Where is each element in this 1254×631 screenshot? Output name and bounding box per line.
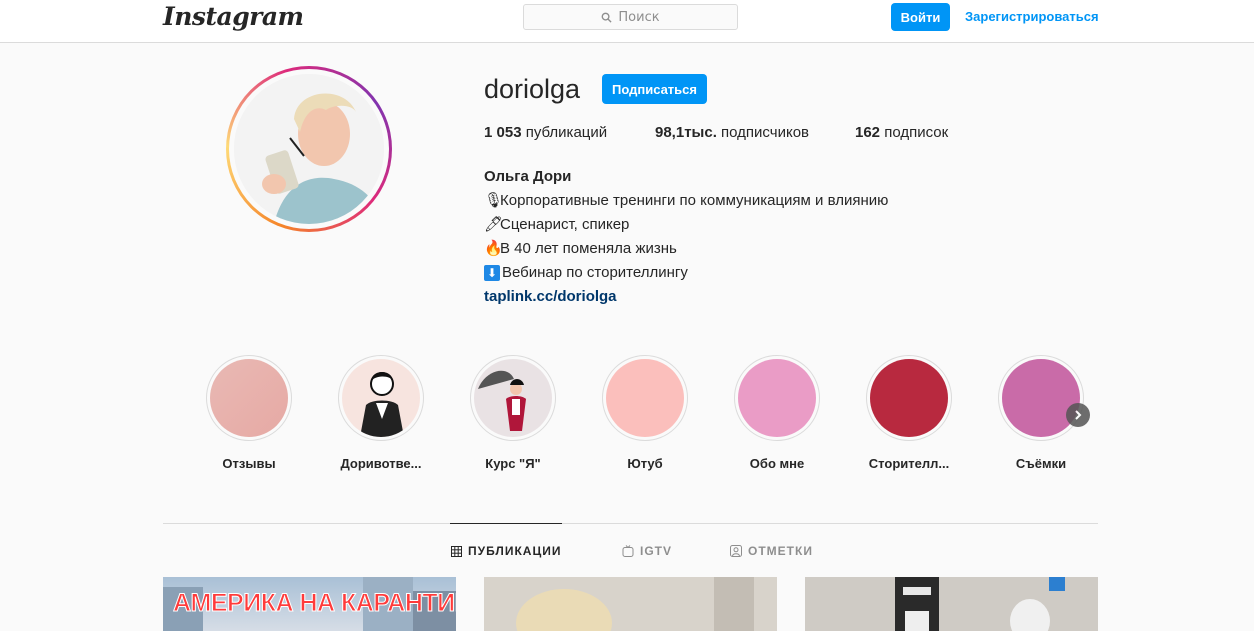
following-count: 162 [855,124,881,141]
highlight-cover [738,359,816,437]
chevron-right-icon [1075,410,1082,420]
highlight-cover [342,359,420,437]
tab-igtv[interactable]: IGTV [622,544,672,558]
followers-label: подписчиков [721,124,810,141]
posts-count-stat: 1 053 публикаций [484,124,607,141]
highlight-label: Отзывы [222,456,276,471]
grid-icon [451,545,462,557]
tagged-icon [730,545,742,557]
avatar-illustration [234,74,384,224]
profile-full-name: Ольга Дори [484,168,572,185]
highlight-cover [870,359,948,437]
bio-line: 🔥В 40 лет поменяла жизнь [484,237,888,261]
top-navigation-bar: Instagram Поиск Войти Зарегистрироваться [0,0,1254,43]
search-placeholder: Поиск [618,9,660,25]
followers-stat[interactable]: 98,1тыс. подписчиков [655,124,809,141]
followers-count: 98,1тыс. [655,124,717,141]
register-link[interactable]: Зарегистрироваться [965,9,1099,24]
highlight-item[interactable]: Обо мне [722,355,832,471]
tab-label: IGTV [640,544,673,558]
fire-icon: 🔥 [484,240,503,257]
highlight-item[interactable]: Курс "Я" [458,355,568,471]
avatar-photo [234,74,384,224]
tab-tagged[interactable]: ОТМЕТКИ [730,544,813,558]
post-thumbnail[interactable] [805,577,1098,631]
post-thumbnail[interactable] [484,577,777,631]
tab-label: ОТМЕТКИ [748,544,813,558]
arrow-down-icon: ⬇ [484,265,500,281]
highlight-cover [474,359,552,437]
search-icon [602,12,612,23]
bio-line: 🖊Сценарист, спикер [484,213,888,237]
posts-label: публикаций [525,124,608,141]
post-caption: АМЕРИКА НА КАРАНТИНЕ [172,589,456,618]
tabs-divider [163,523,1098,524]
following-label: подписок [884,124,949,141]
following-stat[interactable]: 162 подписок [855,124,948,141]
profile-website-link[interactable]: taplink.cc/doriolga [484,285,888,309]
instagram-logo[interactable]: Instagram [163,2,304,31]
highlight-label: Курс "Я" [485,456,541,471]
highlight-item[interactable]: Отзывы [194,355,304,471]
tab-posts[interactable]: ПУБЛИКАЦИИ [451,544,561,558]
profile-avatar[interactable] [226,66,392,232]
highlights-next-button[interactable] [1066,403,1090,427]
follow-button[interactable]: Подписаться [602,74,707,104]
profile-bio: Ольга Дори 🎙Корпоративные тренинги по ко… [484,165,888,309]
highlight-item[interactable]: Сторителл... [854,355,964,471]
bio-line: ⬇ Вебинар по сторителлингу [484,261,888,285]
active-tab-indicator [450,523,562,524]
highlight-cover [1002,359,1080,437]
woman-umbrella-illustration [478,370,526,431]
profile-username: doriolga [484,74,581,104]
highlight-label: Сторителл... [868,456,950,471]
highlight-item[interactable]: Ютуб [590,355,700,471]
bio-line: 🎙Корпоративные тренинги по коммуникациям… [484,189,888,213]
highlight-label: Съёмки [1015,456,1067,471]
tab-label: ПУБЛИКАЦИИ [468,544,562,558]
search-input[interactable]: Поиск [523,4,738,30]
microphone-icon: 🎙 [484,192,504,209]
highlight-label: Доривотве... [340,456,422,471]
highlight-label: Обо мне [749,456,805,471]
highlight-cover [210,359,288,437]
post-photo [484,577,777,631]
login-button[interactable]: Войти [891,3,950,31]
post-thumbnail[interactable]: АМЕРИКА НА КАРАНТИНЕ [163,577,456,631]
post-photo [805,577,1098,631]
woman-illustration [360,372,404,437]
posts-count: 1 053 [484,124,522,141]
highlight-cover [606,359,684,437]
pen-icon: 🖊 [484,216,504,233]
tv-icon [622,545,634,557]
highlight-item[interactable]: Доривотве... [326,355,436,471]
highlight-label: Ютуб [627,456,663,471]
